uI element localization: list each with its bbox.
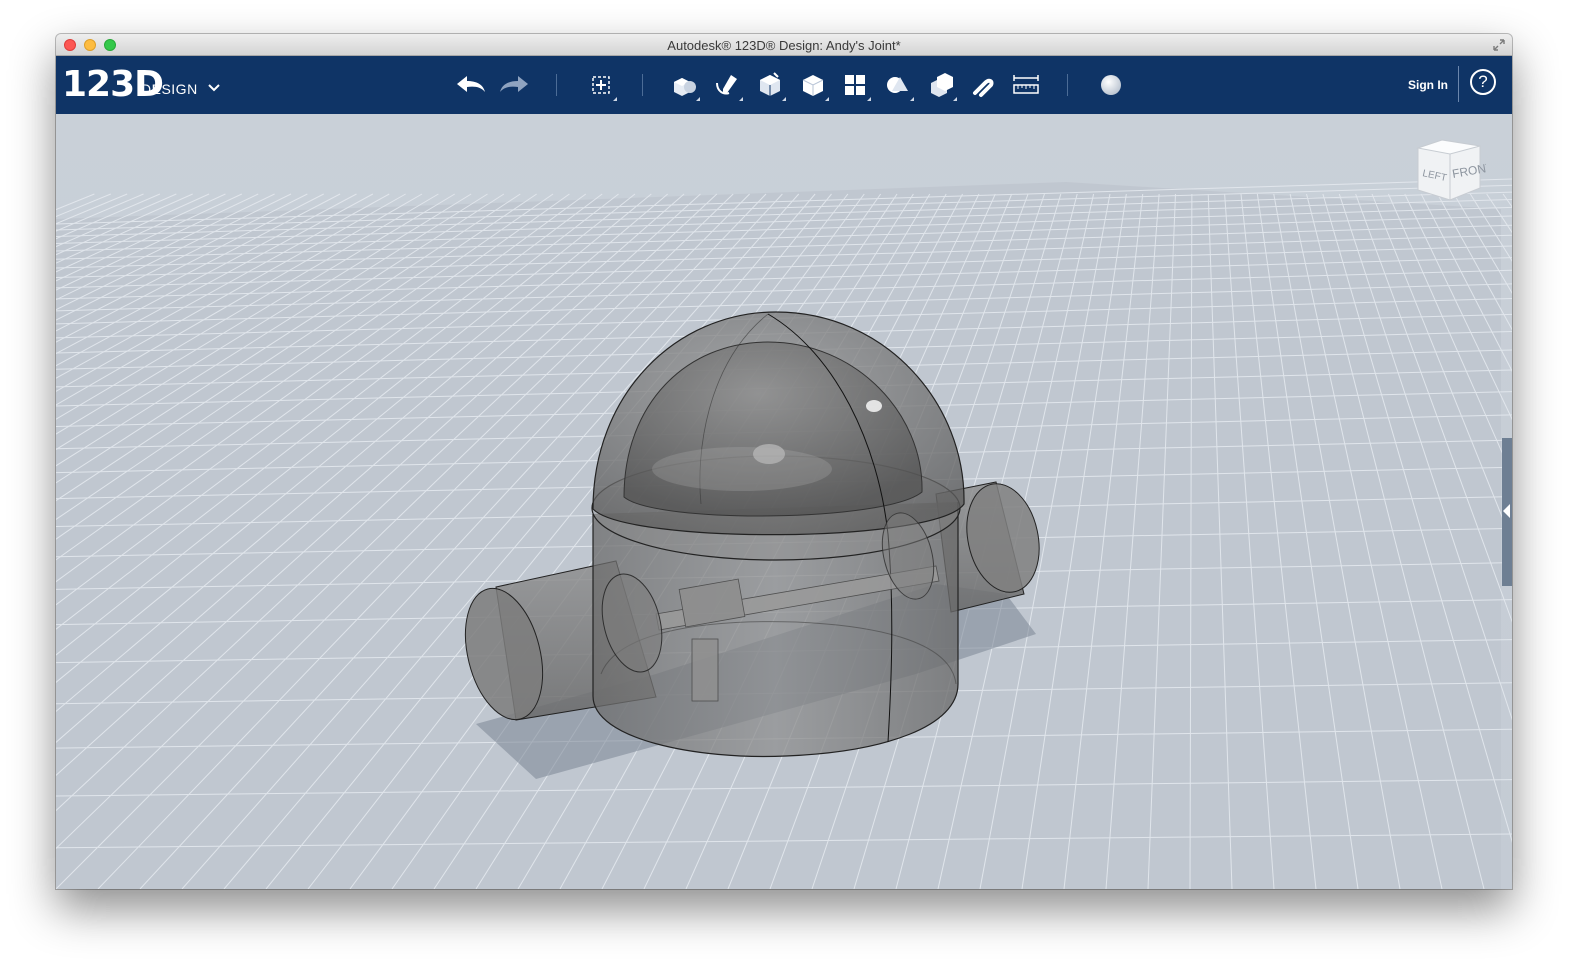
app-logo[interactable]: 123D DESIGN: [62, 64, 220, 105]
modify-button[interactable]: [796, 68, 830, 102]
title-bar[interactable]: Autodesk® 123D® Design: Andy's Joint*: [56, 34, 1512, 56]
primitives-icon: [674, 78, 696, 96]
chevron-left-icon: [1503, 504, 1510, 518]
pattern-icon: [845, 75, 865, 95]
undo-arrow-icon: [457, 76, 485, 92]
transform-icon: [592, 76, 610, 94]
construct-icon: [760, 72, 780, 96]
combine-icon: [931, 73, 953, 97]
redo-arrow-icon: [500, 76, 528, 92]
chevron-down-icon[interactable]: [208, 84, 220, 92]
scene-canvas[interactable]: [56, 114, 1512, 889]
transform-button[interactable]: [584, 68, 618, 102]
primitives-button[interactable]: [667, 68, 701, 102]
snap-icon: [973, 78, 994, 97]
fullscreen-icon[interactable]: [1492, 38, 1506, 52]
modify-icon: [802, 75, 824, 96]
app-window: Autodesk® 123D® Design: Andy's Joint* 12…: [56, 34, 1512, 889]
logo-word: DESIGN: [141, 81, 198, 97]
view-cube[interactable]: LEFT FRONT: [1412, 136, 1486, 204]
measure-button[interactable]: [1009, 68, 1043, 102]
measure-icon: [1013, 75, 1039, 94]
sketch-icon: [716, 75, 737, 95]
redo-button[interactable]: [497, 68, 531, 102]
sign-in-link[interactable]: Sign In: [1408, 78, 1448, 92]
grouping-icon: [887, 77, 908, 93]
window-title: Autodesk® 123D® Design: Andy's Joint*: [667, 38, 901, 53]
sketch-button[interactable]: [710, 68, 744, 102]
3d-viewport[interactable]: LEFT FRONT: [56, 114, 1512, 889]
side-panel-toggle[interactable]: [1502, 438, 1512, 586]
snap-button[interactable]: [966, 68, 1000, 102]
main-toolbar: 123D DESIGN Sign In ?: [56, 56, 1512, 114]
combine-button[interactable]: [924, 68, 958, 102]
construct-button[interactable]: [753, 68, 787, 102]
grouping-button[interactable]: [881, 68, 915, 102]
material-sphere-icon: [1101, 75, 1121, 95]
pattern-button[interactable]: [838, 68, 872, 102]
undo-button[interactable]: [454, 68, 488, 102]
material-button[interactable]: [1094, 68, 1128, 102]
help-button[interactable]: ?: [1470, 69, 1496, 95]
